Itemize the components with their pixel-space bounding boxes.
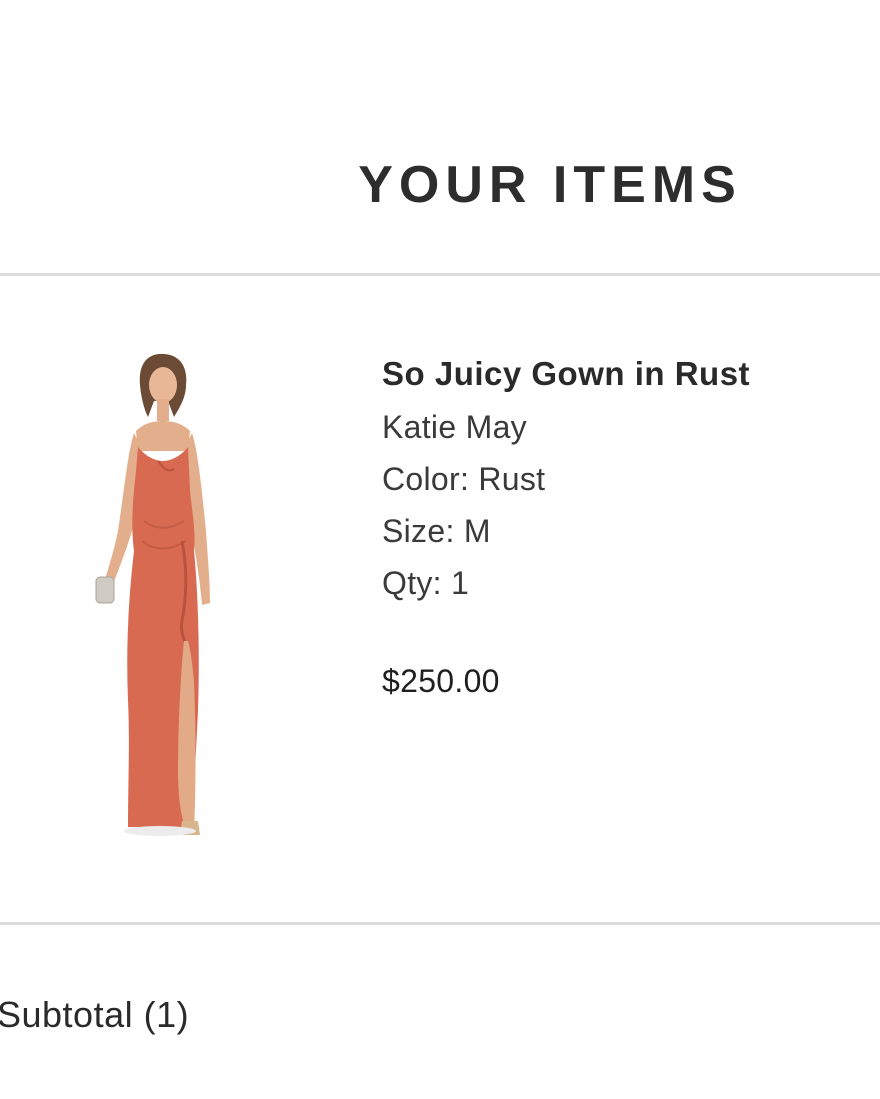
product-price: $250.00	[382, 663, 500, 699]
item-details: So Juicy Gown in Rust Katie May Color: R…	[382, 352, 862, 735]
product-size: Size: M	[382, 513, 491, 549]
page-title: YOUR ITEMS	[358, 156, 742, 214]
product-image[interactable]	[88, 351, 238, 841]
product-brand: Katie May	[382, 409, 527, 445]
product-color: Color: Rust	[382, 461, 546, 497]
divider-bottom	[0, 922, 880, 925]
product-name[interactable]: So Juicy Gown in Rust	[382, 352, 862, 396]
subtotal-label: Subtotal (1)	[0, 994, 190, 1035]
product-qty: Qty: 1	[382, 565, 470, 601]
cart-page: YOUR ITEMS So Juicy Gown in Rust Katie M…	[0, 0, 880, 1099]
product-photo-icon	[95, 353, 210, 836]
cart-item: So Juicy Gown in Rust Katie May Color: R…	[0, 276, 880, 922]
